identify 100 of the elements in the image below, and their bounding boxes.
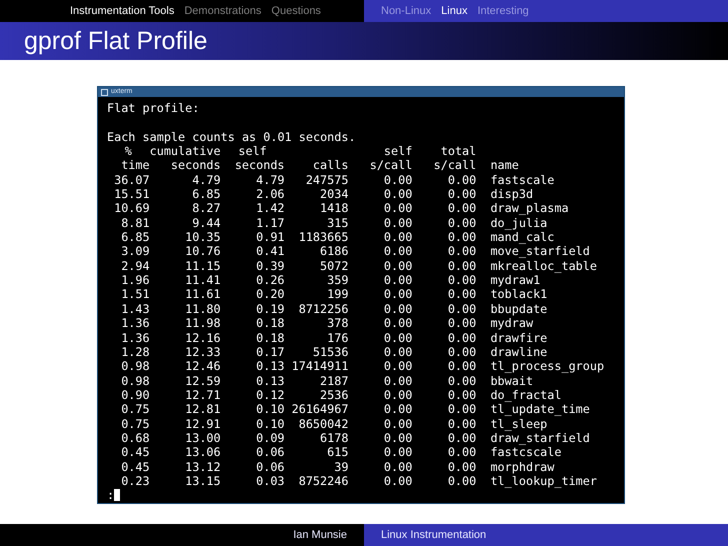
- profile-value: 10.69: [114, 201, 150, 216]
- window-menu-icon[interactable]: [101, 88, 108, 96]
- profile-value: 2034: [320, 187, 348, 202]
- profile-value: 0.18: [256, 330, 285, 344]
- profile-value: 0.00: [384, 445, 412, 460]
- function-name: bbupdate: [490, 302, 548, 316]
- function-name: move_starfield: [490, 244, 590, 258]
- function-name: tl_process_group: [490, 359, 604, 374]
- profile-value: 51536: [312, 344, 348, 359]
- profile-value: 0.39: [256, 258, 285, 273]
- profile-value: 0.00: [384, 374, 412, 388]
- profile-value: 8.81: [121, 216, 150, 230]
- profile-value: 0.00: [448, 172, 476, 187]
- function-name: bbwait: [490, 374, 534, 388]
- section-link[interactable]: Questions: [271, 5, 321, 17]
- profile-value: 6186: [320, 244, 348, 258]
- profile-value: 0.00: [384, 474, 412, 488]
- profile-value: 0.00: [448, 330, 476, 344]
- profile-value: 0.19: [256, 302, 285, 316]
- profile-value: 13.00: [185, 430, 221, 445]
- profile-value: 15.51: [114, 187, 150, 202]
- profile-value: 12.59: [185, 374, 221, 388]
- profile-value: 1.36: [121, 330, 150, 344]
- profile-value: 26164967: [292, 402, 348, 416]
- profile-value: 0.26: [256, 273, 285, 288]
- profile-value: 13.15: [185, 474, 221, 488]
- profile-value: 4.79: [192, 172, 221, 187]
- profile-value: 247575: [306, 172, 348, 187]
- profile-value: 0.12: [256, 388, 285, 402]
- profile-value: 0.00: [448, 359, 476, 374]
- profile-value: 2.06: [256, 187, 285, 202]
- frame-title: gprof Flat Profile: [24, 26, 208, 56]
- profile-value: 0.00: [384, 359, 412, 374]
- profile-value: 5072: [320, 258, 348, 273]
- profile-value: 0.00: [384, 244, 412, 258]
- output-heading: Flat profile:: [107, 101, 200, 115]
- subsection-link[interactable]: Linux: [441, 5, 468, 17]
- profile-value: 0.10: [256, 416, 285, 431]
- column-header: time: [121, 158, 150, 172]
- subsection-link[interactable]: Interesting: [477, 5, 529, 17]
- profile-value: 0.91: [256, 230, 285, 244]
- profile-value: 0.23: [121, 474, 150, 488]
- profile-value: 2187: [320, 374, 348, 388]
- profile-value: 6.85: [192, 187, 221, 202]
- profile-value: 2.94: [121, 258, 150, 273]
- function-name: fastcscale: [490, 445, 562, 460]
- function-name: draw_starfield: [490, 430, 590, 445]
- profile-value: 11.80: [185, 302, 221, 316]
- pager-prompt: :: [107, 488, 114, 503]
- profile-value: 0.90: [121, 388, 150, 402]
- profile-value: 1.43: [121, 302, 150, 316]
- function-name: tl_lookup_timer: [490, 474, 597, 488]
- profile-value: 0.45: [121, 445, 150, 460]
- section-link[interactable]: Instrumentation Tools: [70, 5, 174, 17]
- profile-value: 0.00: [448, 445, 476, 460]
- profile-value: 0.00: [448, 258, 476, 273]
- profile-value: 10.76: [185, 244, 221, 258]
- profile-value: 12.16: [185, 330, 221, 344]
- subsection-link[interactable]: Non-Linux: [381, 5, 432, 17]
- profile-value: 0.10: [256, 402, 285, 416]
- profile-value: 0.18: [256, 316, 285, 330]
- profile-value: 0.68: [121, 430, 150, 445]
- profile-value: 0.75: [121, 402, 150, 416]
- footer-title: Linux Instrumentation: [381, 529, 486, 541]
- profile-value: 0.17: [256, 344, 285, 359]
- profile-value: 0.00: [384, 172, 412, 187]
- profile-value: 1.51: [121, 287, 150, 302]
- profile-value: 12.71: [185, 388, 221, 402]
- profile-value: 0.00: [384, 402, 412, 416]
- profile-value: 0.00: [448, 273, 476, 288]
- column-header: cumulative: [150, 144, 221, 158]
- function-name: mydraw1: [490, 273, 540, 288]
- profile-value: 0.45: [121, 460, 150, 474]
- function-name: tl_update_time: [490, 402, 590, 416]
- profile-value: 0.00: [384, 316, 412, 330]
- profile-value: 8650042: [298, 416, 348, 431]
- profile-value: 13.12: [185, 460, 221, 474]
- profile-value: 0.00: [384, 416, 412, 431]
- profile-value: 11.15: [185, 258, 221, 273]
- profile-value: 0.00: [384, 230, 412, 244]
- function-name: morphdraw: [490, 460, 554, 474]
- profile-value: 0.00: [448, 374, 476, 388]
- section-link[interactable]: Demonstrations: [184, 5, 262, 17]
- profile-value: 615: [327, 445, 348, 460]
- profile-value: 8.27: [192, 201, 221, 216]
- column-header: self: [384, 144, 412, 158]
- profile-value: 11.98: [185, 316, 221, 330]
- profile-value: 12.46: [185, 359, 221, 374]
- function-name: disp3d: [490, 187, 534, 202]
- profile-value: 0.00: [448, 344, 476, 359]
- function-name: mand_calc: [490, 230, 554, 244]
- profile-value: 1183665: [298, 230, 348, 244]
- profile-value: 1.42: [256, 201, 285, 216]
- profile-value: 0.98: [121, 374, 150, 388]
- profile-value: 0.00: [448, 230, 476, 244]
- profile-value: 11.41: [185, 273, 221, 288]
- profile-value: 12.33: [185, 344, 221, 359]
- profile-value: 0.13: [256, 359, 285, 374]
- footer-author: Ian Munsie: [293, 529, 347, 541]
- profile-value: 0.00: [448, 460, 476, 474]
